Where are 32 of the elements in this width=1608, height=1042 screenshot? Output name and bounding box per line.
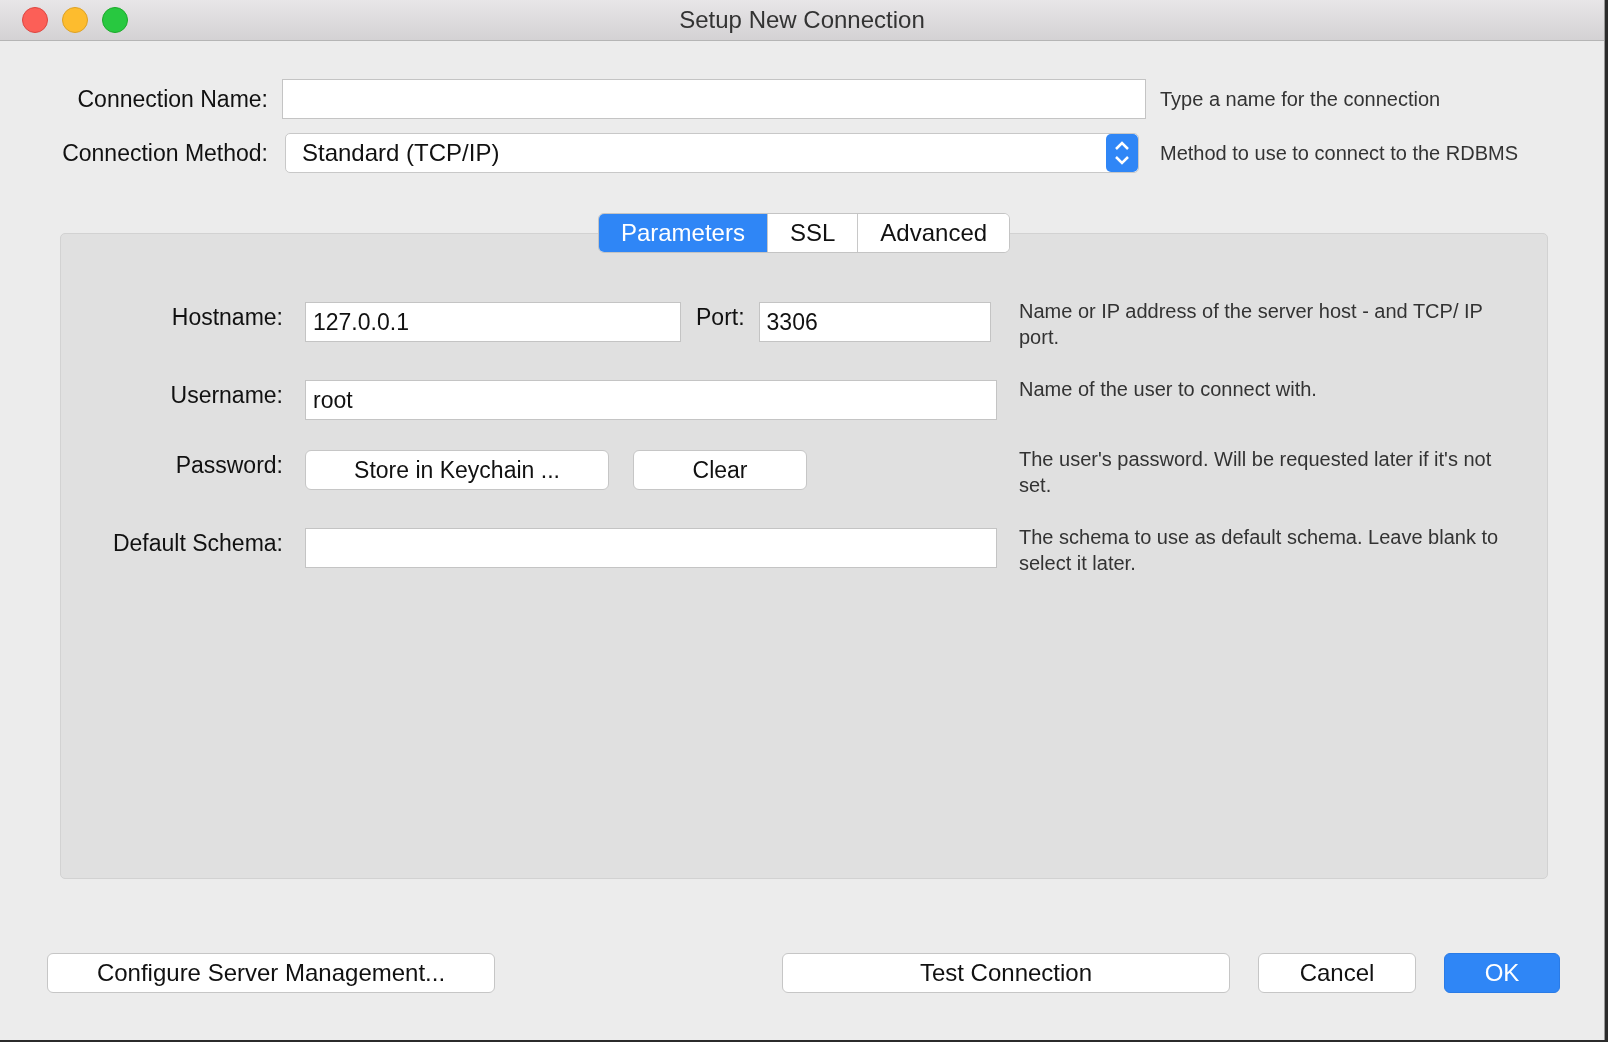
field-label: Connection Method: (61, 139, 269, 167)
field-label: Default Schema: (111, 529, 283, 557)
hint-text: Type a name for the connection (1160, 87, 1441, 111)
hint-text: The user's password. Will be requested later if it's not set. (1019, 447, 1493, 498)
minimize-icon[interactable] (62, 7, 88, 33)
dialog-button[interactable]: Test Connection (782, 953, 1230, 993)
hint-text: The schema to use as default schema. Leave blank to select it later. (1019, 525, 1500, 576)
field-label: Password: (174, 451, 283, 479)
tab[interactable]: Parameters (598, 214, 767, 252)
hint-text: Name or IP address of the server host - and TCP/ IP port. (1019, 299, 1484, 350)
connection-name-field[interactable] (282, 79, 1146, 119)
dropdown-arrows-icon (1106, 134, 1138, 172)
close-icon[interactable] (22, 7, 48, 33)
connection-method-dropdown[interactable]: Standard (TCP/IP) (285, 133, 1139, 173)
configure-button[interactable]: Configure Server Management... (47, 953, 495, 993)
hint-text: Name of the user to connect with. (1019, 377, 1318, 402)
window-title: Setup New Connection (679, 6, 925, 34)
field-label: Hostname: (170, 303, 283, 331)
field-label: Username: (169, 381, 283, 409)
field-label: Connection Name: (76, 85, 269, 113)
tab[interactable]: Advanced (857, 214, 1010, 252)
dialog-button[interactable]: Cancel (1258, 953, 1416, 993)
hint-text: Method to use to connect to the RDBMS (1160, 141, 1518, 165)
port-field[interactable]: 3306 (758, 302, 991, 342)
password-button[interactable]: Clear (633, 450, 807, 490)
field-label: Port: (696, 303, 745, 331)
zoom-icon[interactable] (102, 7, 128, 33)
default-schema-field[interactable] (305, 528, 997, 568)
username-field[interactable]: root (305, 380, 997, 420)
dialog-button[interactable]: OK (1444, 953, 1560, 993)
hostname-field[interactable]: 127.0.0.1 (305, 302, 681, 342)
password-button[interactable]: Store in Keychain ... (305, 450, 609, 490)
